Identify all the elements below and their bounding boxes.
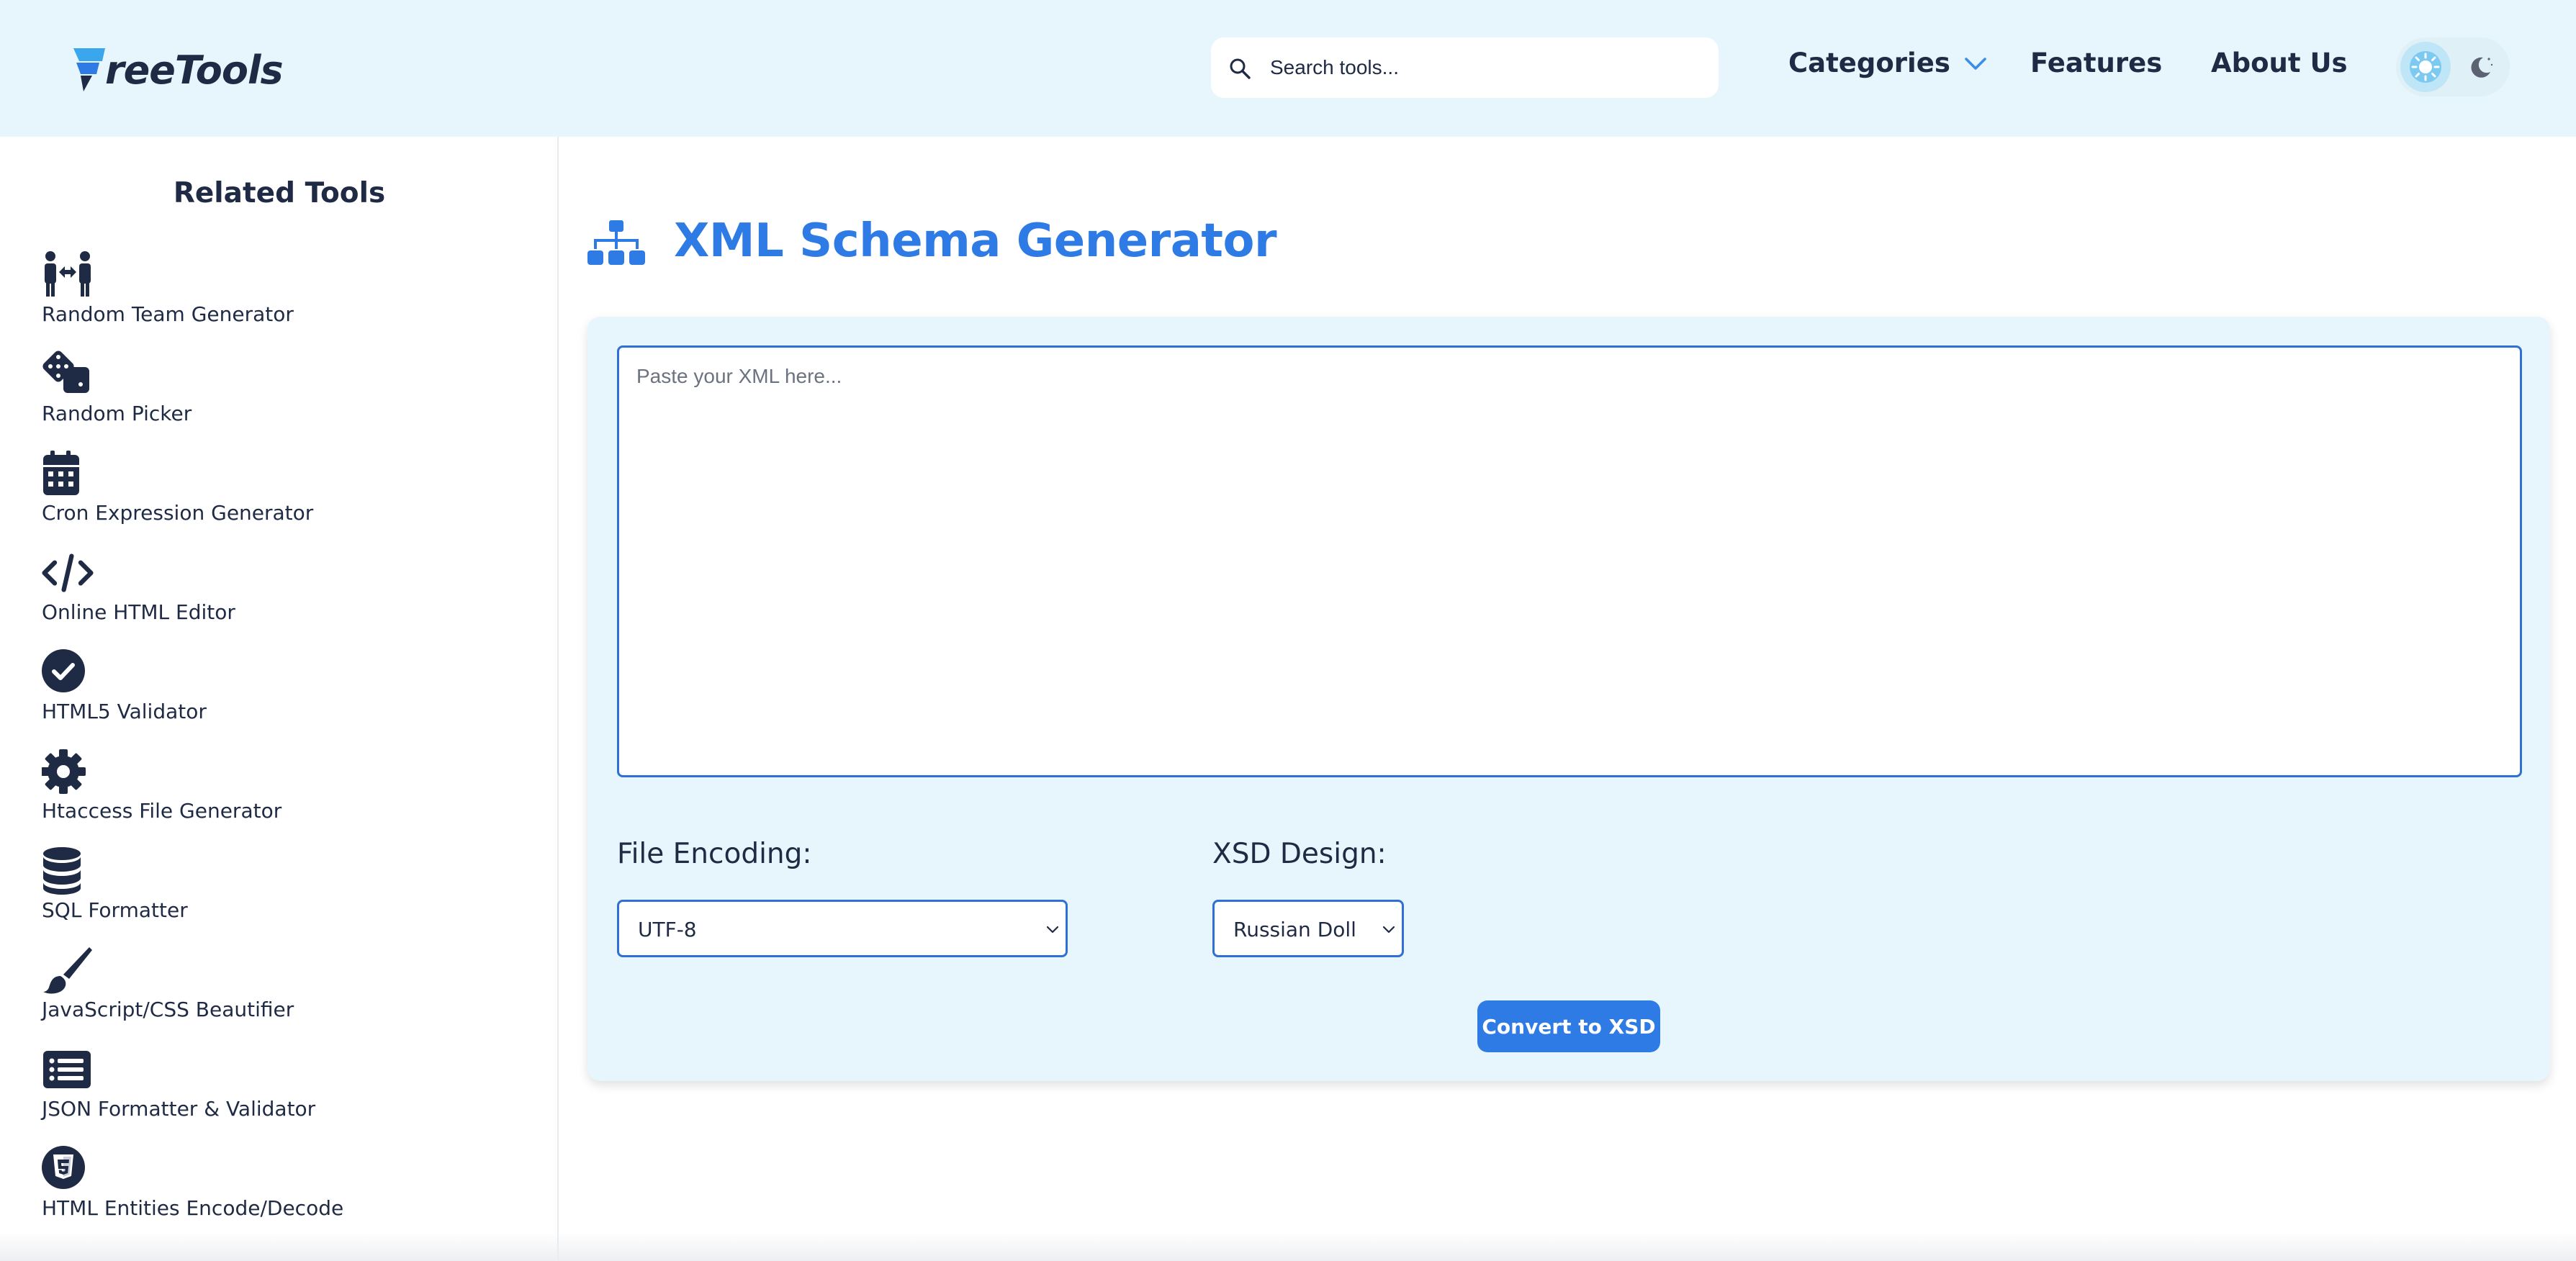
sidebar-item-random-picker[interactable]: Random Picker — [42, 350, 546, 443]
sidebar-item-online-html-editor[interactable]: Online HTML Editor — [42, 548, 546, 642]
theme-toggle[interactable] — [2396, 37, 2510, 96]
sidebar-title: Related Tools — [173, 177, 386, 209]
search-icon — [1230, 58, 1251, 79]
brush-icon — [43, 947, 92, 994]
logo-mark-icon — [73, 48, 105, 91]
sidebar-item-sql-formatter[interactable]: SQL Formatter — [42, 846, 546, 940]
sidebar-item-htaccess-file-generator[interactable]: Htaccess File Generator — [42, 747, 546, 841]
file-encoding-label: File Encoding: — [617, 838, 812, 870]
xsd-design-value: Russian Doll — [1233, 918, 1356, 941]
dark-mode-button[interactable] — [2461, 47, 2501, 87]
code-icon — [42, 553, 94, 592]
sidebar-item-label: Htaccess File Generator — [42, 799, 282, 823]
calendar-icon — [43, 451, 79, 495]
sidebar-item-label: JavaScript/CSS Beautifier — [42, 998, 294, 1021]
sidebar-item-label: JSON Formatter & Validator — [42, 1097, 316, 1121]
sidebar-item-cron-expression-generator[interactable]: Cron Expression Generator — [42, 449, 546, 543]
bottom-fade — [0, 1232, 2576, 1261]
sidebar-item-label: SQL Formatter — [42, 898, 188, 922]
light-mode-button[interactable] — [2400, 42, 2451, 92]
xsd-design-select[interactable]: Russian Doll — [1212, 900, 1404, 957]
sidebar-item-label: Random Team Generator — [42, 302, 294, 326]
convert-to-xsd-button[interactable]: Convert to XSD — [1477, 1000, 1660, 1052]
header: reeTools Categories Features About Us — [0, 0, 2576, 137]
sitemap-icon — [587, 220, 645, 265]
sidebar-item-label: Cron Expression Generator — [42, 501, 314, 525]
site-logo[interactable]: reeTools — [71, 45, 284, 95]
page-title: XML Schema Generator — [674, 214, 1277, 268]
sidebar-item-html5-validator[interactable]: HTML5 Validator — [42, 648, 546, 741]
file-encoding-value: UTF-8 — [638, 918, 697, 941]
check-circle-icon — [42, 649, 85, 692]
sidebar-item-random-team-generator[interactable]: Random Team Generator — [42, 250, 546, 344]
xsd-design-label: XSD Design: — [1212, 838, 1387, 870]
list-icon — [43, 1051, 91, 1088]
html5-icon — [42, 1146, 85, 1189]
people-arrows-icon — [45, 251, 91, 297]
sidebar-item-label: HTML5 Validator — [42, 700, 207, 723]
chevron-down-icon — [1965, 57, 1986, 70]
sidebar-item-html-entities-encode-decode[interactable]: HTML Entities Encode/Decode — [42, 1144, 546, 1238]
search-input[interactable] — [1270, 48, 1702, 88]
chevron-down-icon — [1382, 926, 1395, 934]
chevron-down-icon — [1046, 926, 1059, 934]
sidebar-item-label: Random Picker — [42, 402, 192, 425]
sidebar-item-json-formatter-validator[interactable]: JSON Formatter & Validator — [42, 1045, 546, 1139]
moon-icon — [2471, 57, 2493, 78]
related-tools-sidebar: Related Tools Random Team Generator Rand… — [0, 137, 559, 1261]
file-encoding-select[interactable]: UTF-8 — [617, 900, 1068, 957]
nav-categories[interactable]: Categories — [1788, 48, 1988, 78]
sidebar-item-label: HTML Entities Encode/Decode — [42, 1196, 344, 1220]
sidebar-item-label: Online HTML Editor — [42, 600, 235, 624]
nav-categories-label: Categories — [1788, 48, 1950, 78]
xml-input[interactable] — [617, 345, 2522, 777]
sun-icon — [2410, 51, 2441, 83]
sidebar-item-javascript-css-beautifier[interactable]: JavaScript/CSS Beautifier — [42, 946, 546, 1039]
generator-card: File Encoding: UTF-8 XSD Design: Russian… — [587, 317, 2550, 1081]
nav-about-us[interactable]: About Us — [2211, 48, 2348, 78]
search-box — [1211, 37, 1719, 98]
dice-icon — [42, 351, 89, 393]
database-icon — [43, 847, 81, 895]
gear-icon — [42, 749, 86, 794]
logo-text: reeTools — [105, 47, 284, 93]
nav-features[interactable]: Features — [2030, 48, 2162, 78]
